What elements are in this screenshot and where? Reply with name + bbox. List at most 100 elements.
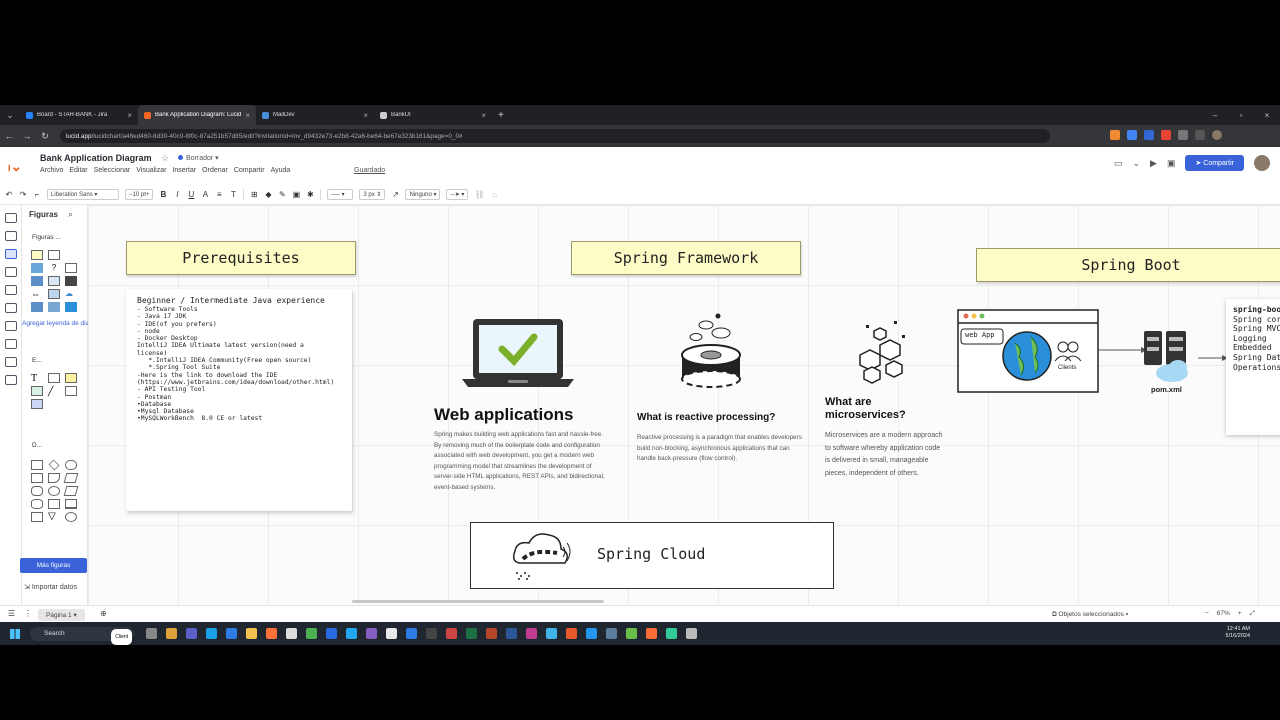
chrome-icon[interactable] [306,628,317,639]
templates-icon[interactable] [4,267,17,277]
user-avatar[interactable] [1254,155,1270,171]
spring-boot-box[interactable]: Spring Boot [976,248,1280,282]
spring-cloud-box[interactable]: Spring Cloud [470,522,834,589]
taskbar-clock[interactable]: 12:41 AM 5/16/2024 [1226,626,1250,640]
shape-item[interactable] [65,302,77,312]
page-tab[interactable]: Página 1 ▾ [38,609,85,621]
loop-shape[interactable] [31,512,43,522]
shape-item[interactable] [31,263,43,273]
spring-boot-features-card[interactable]: spring-boot Spring core Spring MVC Loggi… [1226,299,1280,435]
parallelogram-shape[interactable] [63,486,79,496]
spring-framework-box[interactable]: Spring Framework [571,241,801,275]
plugins-icon[interactable] [4,357,17,367]
layers-icon[interactable] [4,231,17,241]
shape-item[interactable] [48,250,60,260]
obs-icon[interactable] [426,628,437,639]
add-page-icon[interactable]: ⊕ [100,609,107,618]
reactive-illustration[interactable] [676,311,746,391]
more-shapes-button[interactable]: Más figuras [20,558,87,573]
line-shape[interactable]: ╱ [48,386,60,396]
text-options-icon[interactable]: T [229,190,237,199]
chevron-down-icon[interactable]: ⌄ [1132,158,1140,169]
circle-shape[interactable] [48,486,60,496]
page-list-icon[interactable]: ☰ [8,609,15,618]
close-icon[interactable]: × [127,111,132,120]
image-shape[interactable] [31,386,43,396]
format-painter-icon[interactable]: ⌐ [33,190,41,199]
cylinder-shape[interactable] [31,499,43,509]
headset-icon[interactable] [666,628,677,639]
extension-icon[interactable] [1127,130,1137,140]
shape-item[interactable] [65,250,77,260]
line-color-icon[interactable]: ✎ [278,190,286,199]
app-icon[interactable] [566,628,577,639]
bold-button[interactable]: B [159,190,167,199]
zoom-level[interactable]: 67% [1217,610,1230,618]
prerequisites-box[interactable]: Prerequisites [126,241,356,275]
frame-shape[interactable] [31,399,43,409]
intellij-icon[interactable] [526,628,537,639]
menu-insertar[interactable]: Insertar [172,167,196,174]
url-input[interactable]: lucid.app /lucidchart/a46ed460-8d30-40c0… [60,129,1050,143]
search-icon[interactable]: ⌕ [68,209,73,220]
present-icon[interactable]: ▶ [1150,158,1157,169]
undo-icon[interactable]: ↶ [5,190,13,199]
microservices-body[interactable]: Microservices are a modern approach to s… [825,430,943,480]
app-icon[interactable] [406,628,417,639]
microservices-title[interactable]: What are microservices? [825,396,935,421]
web-apps-body[interactable]: Spring makes building web applications f… [434,430,609,493]
section-figures[interactable]: Figuras ... [32,234,61,241]
shape-item[interactable] [31,276,43,286]
ellipse-shape[interactable] [65,512,77,522]
close-icon[interactable]: × [481,111,486,120]
tab-lucid[interactable]: Bank Application Diagram: Lucid × [138,105,256,125]
extension-icon[interactable] [1144,130,1154,140]
menu-compartir[interactable]: Compartir [234,167,265,174]
font-select[interactable]: Liberation Sans ▾ [47,189,119,200]
menu-ayuda[interactable]: Ayuda [271,167,291,174]
border-icon[interactable]: ⊞ [250,190,258,199]
shape-item[interactable]: ? [48,263,60,273]
terminator-shape[interactable] [65,460,77,470]
lock-icon[interactable]: ⌂ [491,190,499,199]
settings-icon[interactable] [4,375,17,385]
webapp-clients-sketch[interactable] [957,309,1099,393]
shape-item[interactable] [31,250,43,260]
docker-icon[interactable] [586,628,597,639]
effects-icon[interactable]: ✱ [306,190,314,199]
data-shape[interactable] [63,473,79,483]
subprocess-shape[interactable] [31,473,43,483]
share-button[interactable]: ➤ Compartir [1185,155,1244,171]
github-icon[interactable] [286,628,297,639]
shape-item[interactable]: ⇔ [31,289,43,299]
rectangle-shape[interactable] [48,373,60,383]
edge-icon[interactable] [206,628,217,639]
text-color-icon[interactable]: A [201,190,209,199]
maximize-icon[interactable]: ▫ [1228,111,1254,120]
download-icon[interactable] [1195,130,1205,140]
text-shape[interactable]: T [31,373,43,384]
vscode-icon[interactable] [346,628,357,639]
history-icon[interactable] [4,321,17,331]
server-illustration[interactable] [1142,329,1198,383]
windows-start-icon[interactable] [10,628,20,639]
weather-icon[interactable] [166,628,177,639]
menu-archivo[interactable]: Archivo [40,167,63,174]
reactive-body[interactable]: Reactive processing is a paradigm that e… [637,433,802,465]
explorer-icon[interactable] [246,628,257,639]
shape-item[interactable] [48,289,60,299]
shape-item[interactable] [65,276,77,286]
taskbar-search[interactable]: Search Client [30,626,134,645]
app-icon[interactable] [386,628,397,639]
teams-icon[interactable] [186,628,197,639]
app-icon[interactable] [546,628,557,639]
tab-bankui[interactable]: BankUI × [374,105,492,125]
fill-icon[interactable]: ◆ [264,190,272,199]
tab-search-icon[interactable]: ⌄ [0,110,20,121]
list-shape[interactable] [65,386,77,396]
note-shape[interactable] [65,373,77,383]
app-icon[interactable] [326,628,337,639]
menu-ordenar[interactable]: Ordenar [202,167,228,174]
italic-button[interactable]: I [173,190,181,199]
laptop-illustration[interactable] [462,317,574,389]
